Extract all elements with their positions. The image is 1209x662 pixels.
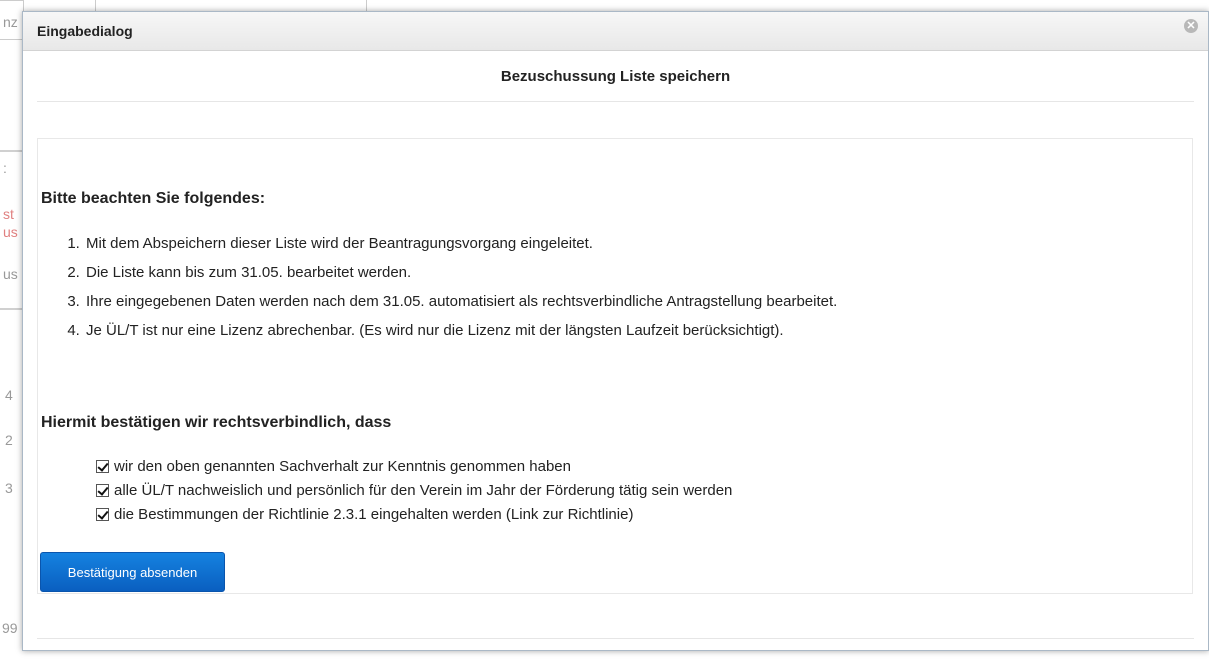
divider	[37, 638, 1194, 639]
divider	[37, 101, 1194, 102]
background-text: us	[3, 224, 18, 240]
background-text: 99	[2, 620, 18, 636]
notice-list: Mit dem Abspeichern dieser Liste wird de…	[38, 229, 837, 345]
checkbox-label[interactable]: wir den oben genannten Sachverhalt zur K…	[114, 458, 571, 475]
background-divider	[0, 308, 22, 310]
background-text: 3	[5, 480, 13, 496]
checkbox-label[interactable]: die Bestimmungen der Richtlinie 2.3.1 ei…	[114, 506, 633, 523]
background-divider	[0, 150, 22, 152]
close-circle-icon[interactable]: ✕	[1184, 19, 1198, 33]
checkbox-row: wir den oben genannten Sachverhalt zur K…	[96, 454, 732, 478]
background-text: nz	[3, 14, 18, 30]
notice-heading: Bitte beachten Sie folgendes:	[41, 190, 266, 207]
confirm-heading: Hiermit bestätigen wir rechtsverbindlich…	[41, 414, 392, 431]
dialog-subtitle: Bezuschussung Liste speichern	[500, 68, 731, 85]
dialog-title: Eingabedialog	[37, 23, 133, 39]
background-text: us	[3, 266, 18, 282]
list-item: Ihre eingegebenen Daten werden nach dem …	[84, 287, 837, 316]
submit-confirmation-button[interactable]: Bestätigung absenden	[40, 552, 225, 592]
checkbox-label[interactable]: alle ÜL/T nachweislich und persönlich fü…	[114, 482, 732, 499]
checkbox-row: alle ÜL/T nachweislich und persönlich fü…	[96, 478, 732, 502]
input-dialog: Eingabedialog ✕ Bezuschussung Liste spei…	[22, 11, 1209, 651]
confirmation-checkboxes: wir den oben genannten Sachverhalt zur K…	[96, 454, 732, 526]
dialog-titlebar[interactable]: Eingabedialog ✕	[23, 12, 1208, 51]
background-text: 4	[5, 387, 13, 403]
background-text: 2	[5, 432, 13, 448]
content-panel: Bitte beachten Sie folgendes: Mit dem Ab…	[37, 138, 1193, 594]
background-text: :	[3, 160, 7, 176]
checkbox[interactable]	[96, 459, 109, 473]
list-item: Mit dem Abspeichern dieser Liste wird de…	[84, 229, 837, 258]
checkbox[interactable]	[96, 483, 109, 497]
list-item: Die Liste kann bis zum 31.05. bearbeitet…	[84, 258, 837, 287]
background-text: st	[3, 206, 14, 222]
list-item: Je ÜL/T ist nur eine Lizenz abrechenbar.…	[84, 316, 837, 345]
checkbox[interactable]	[96, 507, 109, 521]
checkbox-row: die Bestimmungen der Richtlinie 2.3.1 ei…	[96, 502, 732, 526]
